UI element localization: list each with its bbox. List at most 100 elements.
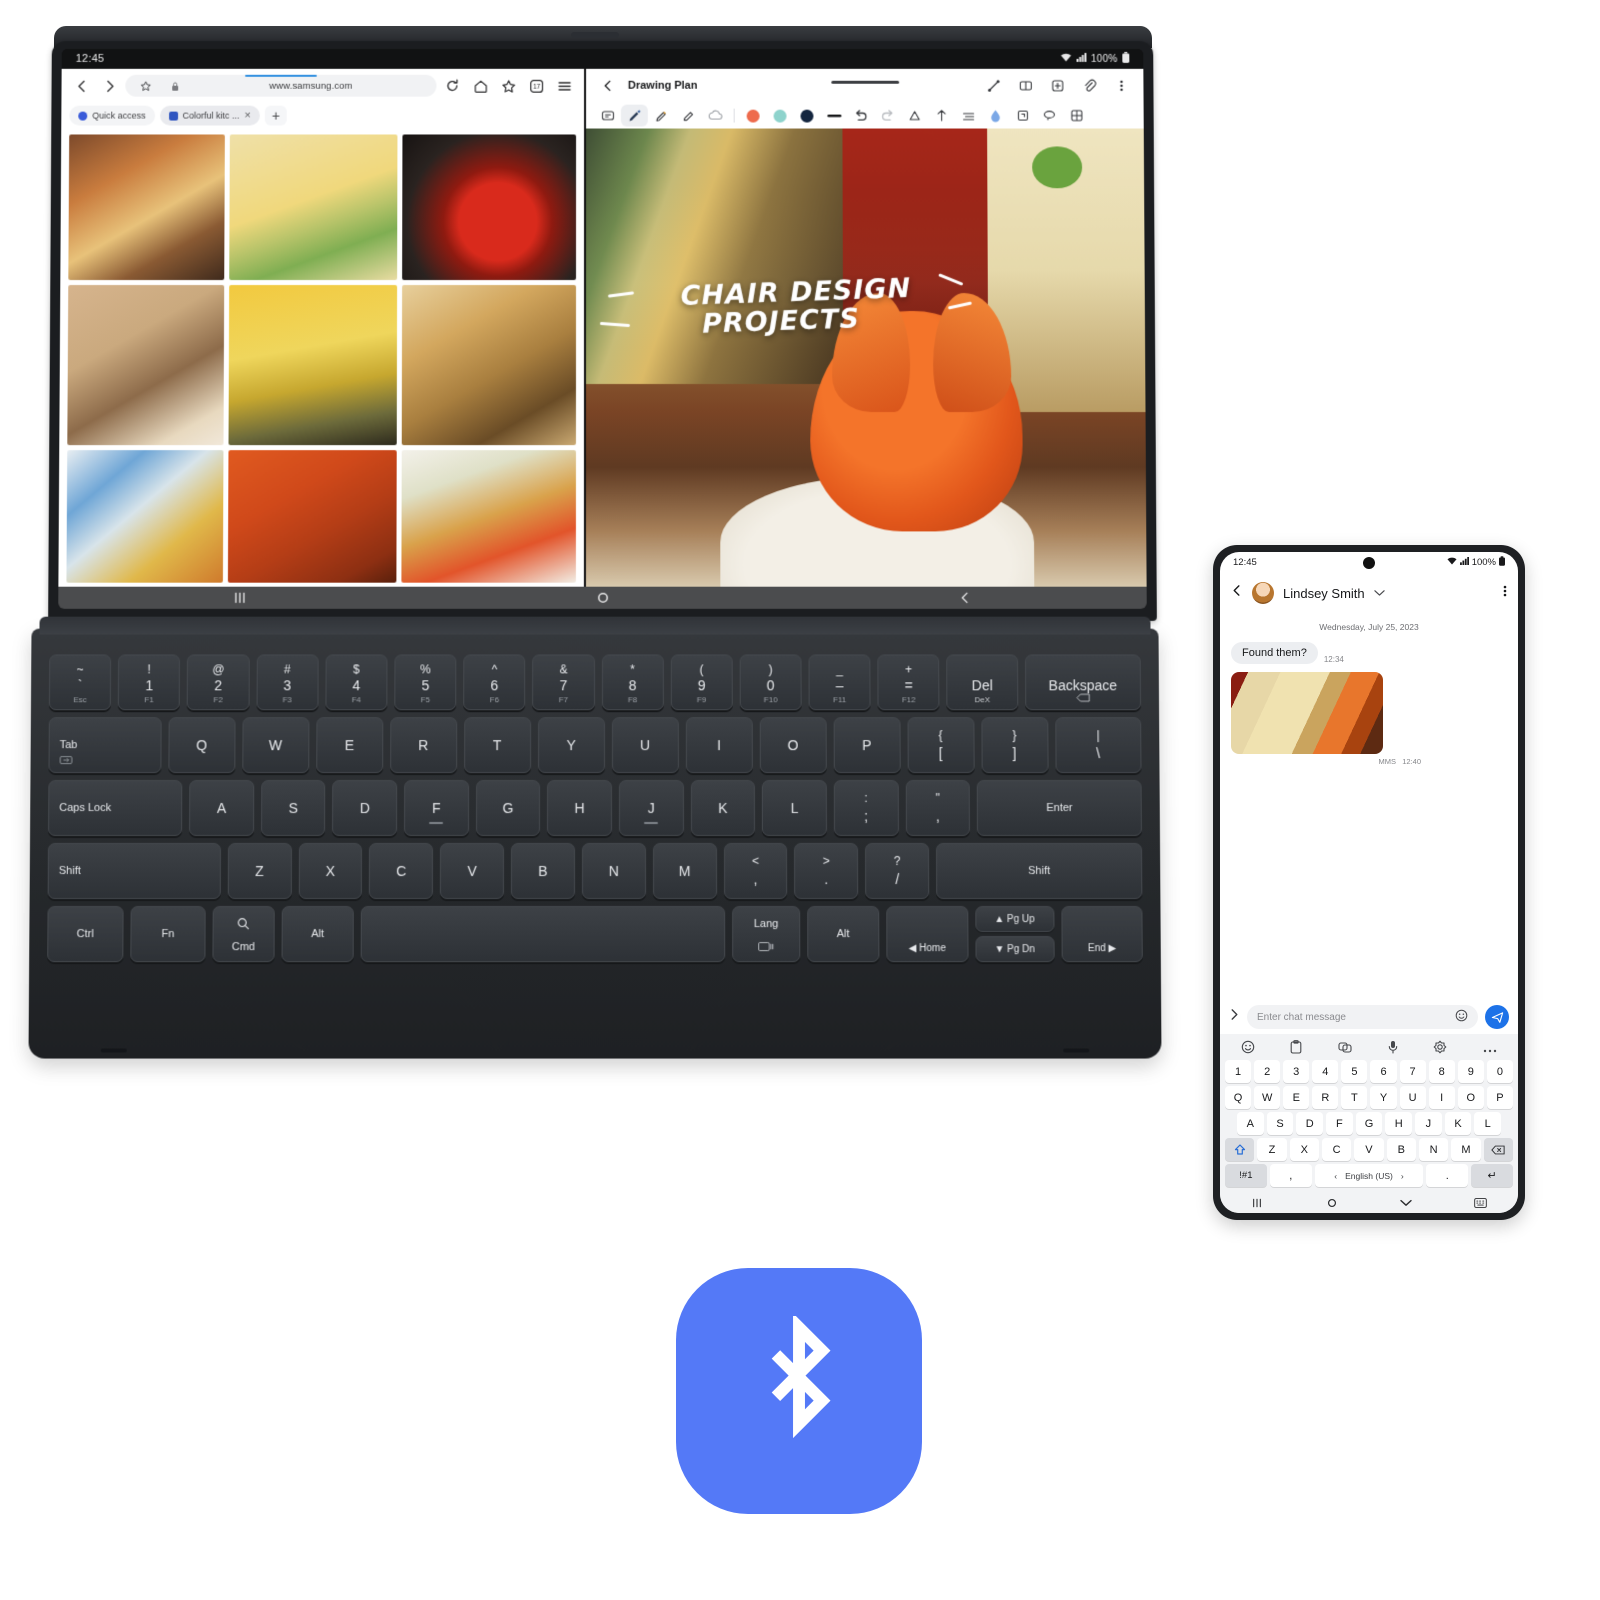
text-box-icon[interactable] xyxy=(594,105,621,127)
key-alt-left[interactable]: Alt xyxy=(281,906,355,963)
kbd-key-5[interactable]: 5 xyxy=(1341,1060,1368,1083)
kbd-key-p[interactable]: P xyxy=(1486,1086,1513,1109)
kbd-key-q[interactable]: Q xyxy=(1225,1086,1252,1109)
browser-tab-colorful-kitchen[interactable]: Colorful kitc ... × xyxy=(159,105,260,126)
key-slash[interactable]: ? / xyxy=(865,843,930,900)
key-page-up[interactable]: ▲ Pg Up xyxy=(974,906,1055,933)
avatar[interactable] xyxy=(1252,582,1274,604)
key-n[interactable]: N xyxy=(581,843,646,900)
split-handle[interactable] xyxy=(830,80,899,84)
key-quote[interactable]: ", xyxy=(905,780,971,837)
key-7[interactable]: & 7 F7 xyxy=(532,654,595,711)
kbd-key-w[interactable]: W xyxy=(1254,1086,1281,1109)
emoji-icon[interactable] xyxy=(1241,1040,1255,1059)
kbd-key-1[interactable]: 1 xyxy=(1225,1060,1252,1083)
reload-icon[interactable] xyxy=(440,74,464,98)
comma-key[interactable]: , xyxy=(1269,1164,1312,1187)
key-minus[interactable]: _ – F11 xyxy=(808,654,871,711)
key-o[interactable]: O xyxy=(759,717,827,774)
new-tab-button[interactable]: + xyxy=(264,105,287,126)
key-space[interactable] xyxy=(360,906,726,963)
favorites-icon[interactable] xyxy=(496,74,520,98)
key-v[interactable]: V xyxy=(440,843,505,900)
transform-icon[interactable] xyxy=(928,105,955,127)
kbd-key-t[interactable]: T xyxy=(1341,1086,1368,1109)
key-y[interactable]: Y xyxy=(537,717,605,774)
add-page-icon[interactable] xyxy=(1046,74,1070,98)
key-s[interactable]: S xyxy=(260,780,326,837)
forward-icon[interactable] xyxy=(97,74,121,98)
next-language-icon[interactable]: › xyxy=(1401,1171,1404,1181)
split-view-icon[interactable] xyxy=(1014,74,1038,98)
key-f[interactable]: F xyxy=(404,780,469,837)
key-u[interactable]: U xyxy=(611,717,679,774)
key-1[interactable]: ! 1 F1 xyxy=(117,654,181,711)
key-bracket-right[interactable]: }] xyxy=(980,717,1049,774)
mic-icon[interactable] xyxy=(1388,1040,1398,1059)
key-shift-left[interactable]: Shift xyxy=(47,843,221,900)
chat-message-input[interactable]: Enter chat message xyxy=(1247,1005,1478,1029)
water-drop-icon[interactable] xyxy=(982,105,1009,127)
key-enter[interactable]: Enter xyxy=(976,780,1142,837)
close-icon[interactable]: × xyxy=(244,110,250,122)
kbd-key-n[interactable]: N xyxy=(1418,1138,1449,1161)
message-image-attachment[interactable] xyxy=(1231,672,1383,754)
key-z[interactable]: Z xyxy=(227,843,292,900)
send-icon[interactable] xyxy=(1485,1005,1509,1029)
kbd-key-k[interactable]: K xyxy=(1444,1112,1472,1135)
more-icon[interactable] xyxy=(1483,1040,1497,1058)
cloud-icon[interactable] xyxy=(702,105,729,127)
kbd-key-8[interactable]: 8 xyxy=(1428,1060,1455,1083)
backspace-icon[interactable] xyxy=(1483,1138,1513,1161)
key-p[interactable]: P xyxy=(833,717,901,774)
expand-icon[interactable] xyxy=(1229,1008,1240,1026)
collage-image[interactable] xyxy=(401,450,576,583)
key-page-down[interactable]: ▼ Pg Dn xyxy=(974,936,1055,963)
browser-tab-quick-access[interactable]: Quick access xyxy=(69,105,155,126)
more-options-icon[interactable] xyxy=(1503,584,1507,603)
key-i[interactable]: I xyxy=(685,717,753,774)
keyboard-hide-icon[interactable] xyxy=(1444,1198,1519,1208)
back-icon[interactable] xyxy=(1231,584,1243,602)
more-options-icon[interactable] xyxy=(1109,74,1133,98)
back-icon[interactable] xyxy=(69,74,93,98)
key-equals[interactable]: + = F12 xyxy=(877,654,940,711)
key-d[interactable]: D xyxy=(332,780,398,837)
key-k[interactable]: K xyxy=(690,780,756,837)
key-end[interactable]: End ▶ xyxy=(1061,906,1143,963)
highlighter-icon[interactable] xyxy=(648,105,675,127)
collage-image[interactable] xyxy=(228,285,397,446)
key-6[interactable]: ^ 6 F6 xyxy=(463,654,526,711)
redo-icon[interactable] xyxy=(874,105,901,127)
sticker-icon[interactable] xyxy=(1338,1040,1352,1059)
tabs-count-icon[interactable]: 17 xyxy=(524,74,548,98)
collage-image[interactable] xyxy=(66,450,224,583)
attachment-icon[interactable] xyxy=(1078,74,1102,98)
key-l[interactable]: L xyxy=(762,780,827,837)
key-alt-right[interactable]: Alt xyxy=(806,906,880,963)
collage-image[interactable] xyxy=(68,134,225,281)
key-caps-lock[interactable]: Caps Lock xyxy=(48,780,183,837)
key-4[interactable]: $ 4 F4 xyxy=(325,654,388,711)
kbd-key-a[interactable]: A xyxy=(1237,1112,1264,1135)
key-e[interactable]: E xyxy=(315,717,384,774)
kbd-key-i[interactable]: I xyxy=(1428,1086,1455,1109)
home-icon[interactable] xyxy=(421,591,784,605)
chevron-down-icon[interactable] xyxy=(1373,584,1385,602)
key-q[interactable]: Q xyxy=(168,717,236,774)
kbd-key-z[interactable]: Z xyxy=(1257,1138,1287,1161)
url-bar[interactable]: www.samsung.com xyxy=(125,74,437,97)
key-tilde-esc[interactable]: ~ ` Esc xyxy=(48,654,112,711)
kbd-key-j[interactable]: J xyxy=(1415,1112,1442,1135)
kbd-key-7[interactable]: 7 xyxy=(1399,1060,1426,1083)
crop-icon[interactable] xyxy=(1009,105,1036,127)
eraser-icon[interactable] xyxy=(675,105,702,127)
key-lang[interactable]: Lang xyxy=(732,906,800,963)
key-fn[interactable]: Fn xyxy=(129,906,206,963)
menu-icon[interactable] xyxy=(552,74,576,98)
kbd-key-d[interactable]: D xyxy=(1296,1112,1324,1135)
key-ctrl[interactable]: Ctrl xyxy=(47,906,124,963)
key-2[interactable]: @ 2 F2 xyxy=(187,654,250,711)
kbd-key-b[interactable]: B xyxy=(1386,1138,1416,1161)
space-key-language[interactable]: ‹ English (US) › xyxy=(1314,1164,1424,1187)
